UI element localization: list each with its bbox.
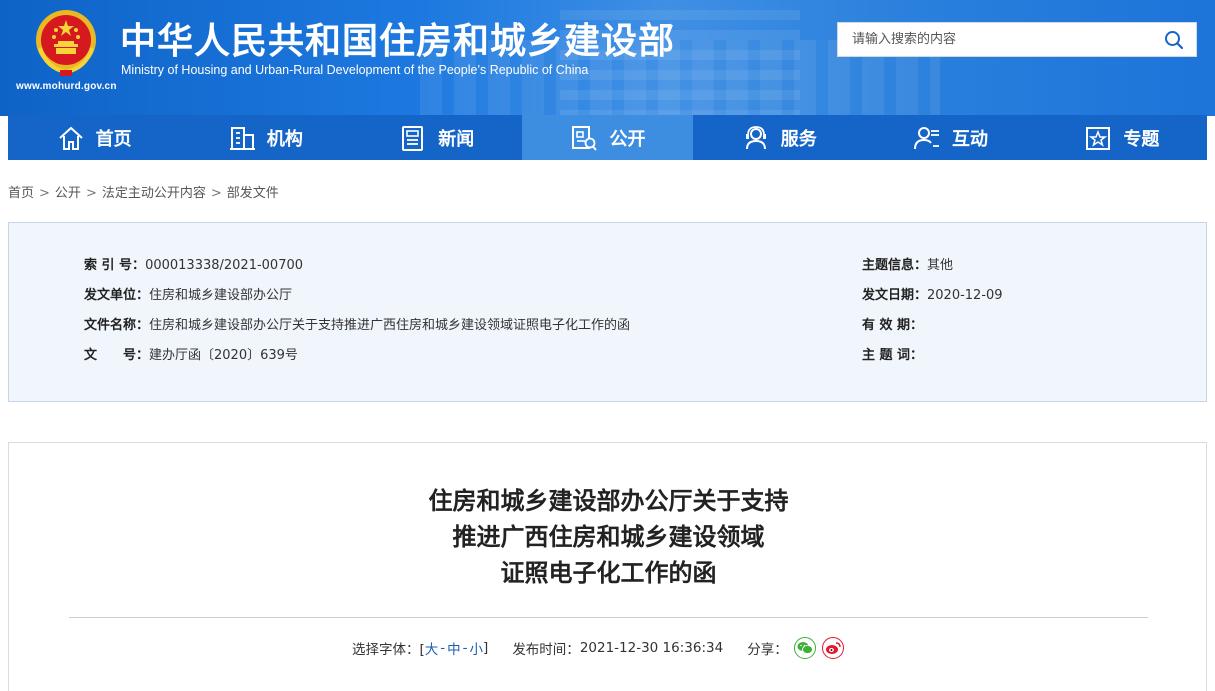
- nav-item-service[interactable]: 服务: [693, 115, 864, 160]
- info-value: 2020-12-09: [927, 288, 1003, 303]
- site-url[interactable]: www.mohurd.gov.cn: [16, 81, 117, 92]
- info-value: 其他: [927, 258, 954, 273]
- national-emblem-icon[interactable]: [34, 8, 98, 78]
- info-label: 文件名称：: [84, 318, 150, 333]
- article-title-line: 推进广西住房和城乡建设领域: [452, 523, 765, 551]
- main-nav: 首页 机构 新闻 公开 服务 互动 专题: [8, 115, 1207, 160]
- search-icon: [1165, 30, 1184, 49]
- nav-item-home[interactable]: 首页: [8, 115, 179, 160]
- nav-item-news[interactable]: 新闻: [351, 115, 522, 160]
- article-title-line: 住房和城乡建设部办公厅关于支持: [428, 487, 789, 515]
- share-weibo-button[interactable]: [821, 637, 844, 659]
- info-label: 索 引 号：: [84, 258, 146, 273]
- breadcrumb: 首页 > 公开 > 法定主动公开内容 > 部发文件: [8, 182, 279, 201]
- info-value: 000013338/2021-00700: [145, 258, 304, 273]
- font-size-separator: -: [440, 640, 446, 656]
- nav-item-label: 专题: [1123, 128, 1160, 150]
- chat-user-icon: [914, 126, 940, 149]
- article-panel: 住房和城乡建设部办公厅关于支持 推进广西住房和城乡建设领域 证照电子化工作的函 …: [8, 442, 1207, 691]
- article-meta: 选择字体：[ 大-中-小 ] 发布时间： 2021-12-30 16:36:34…: [352, 637, 844, 659]
- info-docname: 文件名称：住房和城乡建设部办公厅关于支持推进广西住房和城乡建设领域证照电子化工作…: [84, 314, 630, 333]
- breadcrumb-separator: >: [210, 186, 222, 201]
- info-label: 有 效 期：: [862, 318, 924, 333]
- article-title: 住房和城乡建设部办公厅关于支持 推进广西住房和城乡建设领域 证照电子化工作的函: [9, 483, 1208, 591]
- share-label: 分享：: [747, 642, 788, 658]
- breadcrumb-separator: >: [85, 186, 97, 201]
- service-icon: [745, 125, 766, 149]
- search-bar: [837, 22, 1197, 57]
- home-icon: [58, 126, 83, 150]
- breadcrumb-public[interactable]: 公开: [55, 186, 81, 201]
- font-size-small-button[interactable]: 小: [470, 638, 484, 658]
- info-value: 住房和城乡建设部办公厅关于支持推进广西住房和城乡建设领域证照电子化工作的函: [149, 318, 631, 333]
- info-label: 发文单位：: [84, 288, 150, 303]
- info-label: 主题信息：: [862, 258, 928, 273]
- info-label: 发文日期：: [862, 288, 928, 303]
- font-size-large-button[interactable]: 大: [425, 638, 439, 658]
- breadcrumb-home[interactable]: 首页: [8, 186, 34, 201]
- site-subtitle: Ministry of Housing and Urban-Rural Deve…: [121, 63, 589, 77]
- nav-item-label: 首页: [95, 128, 132, 150]
- document-info-panel: 索 引 号：000013338/2021-00700 发文单位：住房和城乡建设部…: [8, 222, 1207, 402]
- search-button[interactable]: [1152, 23, 1196, 56]
- nav-item-label: 服务: [780, 128, 817, 150]
- info-label: 文 号：: [84, 348, 150, 363]
- search-input[interactable]: [838, 23, 1152, 56]
- nav-item-organization[interactable]: 机构: [179, 115, 350, 160]
- breadcrumb-ministry-docs[interactable]: 部发文件: [227, 186, 279, 201]
- nav-item-label: 机构: [266, 128, 303, 150]
- font-size-label: 选择字体：[: [352, 642, 425, 658]
- star-icon: [1086, 126, 1111, 150]
- font-size-separator: -: [462, 640, 468, 656]
- info-issuer: 发文单位：住房和城乡建设部办公厅: [84, 284, 292, 303]
- breadcrumb-statutory[interactable]: 法定主动公开内容: [102, 186, 206, 201]
- header-banner: www.mohurd.gov.cn 中华人民共和国住房和城乡建设部 Minist…: [0, 0, 1215, 116]
- info-topic: 主题信息：其他: [862, 254, 953, 273]
- nav-item-interaction[interactable]: 互动: [864, 115, 1035, 160]
- weibo-icon: [825, 642, 841, 654]
- breadcrumb-separator: >: [39, 186, 50, 201]
- info-docno: 文 号：建办厅函〔2020〕639号: [84, 344, 298, 363]
- info-value: 建办厅函〔2020〕639号: [149, 348, 298, 363]
- document-icon: [572, 125, 598, 151]
- building-icon: [229, 126, 255, 150]
- share-wechat-button[interactable]: [793, 637, 816, 659]
- title-divider: [69, 617, 1148, 618]
- info-value: 住房和城乡建设部办公厅: [149, 288, 293, 303]
- article-title-line: 证照电子化工作的函: [500, 559, 717, 587]
- info-date: 发文日期：2020-12-09: [862, 284, 1003, 303]
- font-size-bracket: ]: [483, 640, 489, 656]
- news-icon: [402, 125, 424, 151]
- info-label: 主 题 词：: [862, 348, 924, 363]
- info-index: 索 引 号：000013338/2021-00700: [84, 254, 303, 273]
- site-title[interactable]: 中华人民共和国住房和城乡建设部: [120, 12, 675, 64]
- publish-time-value: 2021-12-30 16:36:34: [579, 640, 724, 656]
- nav-item-public[interactable]: 公开: [521, 115, 694, 160]
- info-keywords: 主 题 词：: [862, 344, 923, 363]
- nav-item-label: 新闻: [438, 128, 475, 150]
- nav-item-label: 公开: [609, 128, 646, 150]
- publish-time-label: 发布时间：: [512, 642, 580, 658]
- info-validity: 有 效 期：: [862, 314, 923, 333]
- font-size-medium-button[interactable]: 中: [447, 638, 461, 658]
- wechat-icon: [797, 642, 813, 654]
- nav-item-label: 互动: [952, 128, 989, 150]
- nav-item-topics[interactable]: 专题: [1036, 115, 1207, 160]
